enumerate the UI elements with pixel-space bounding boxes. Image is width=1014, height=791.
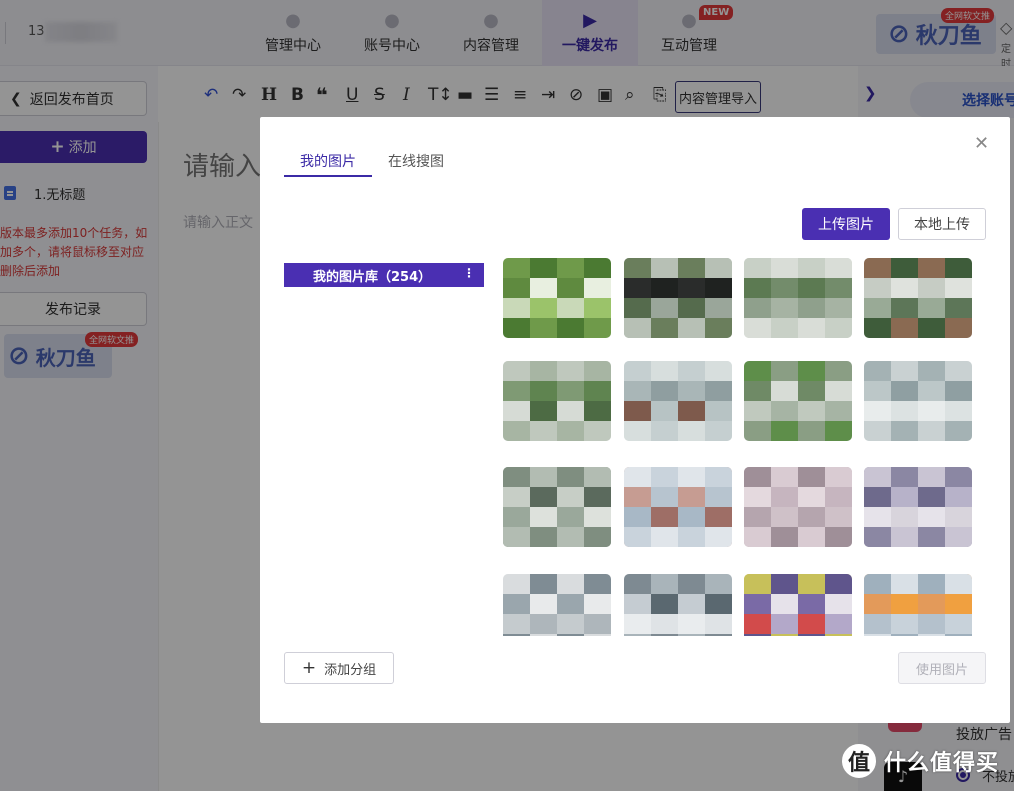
- watermark-text: 什么值得买: [884, 751, 1000, 776]
- image-thumbnail[interactable]: [624, 361, 732, 441]
- image-picker-modal: ✕ 我的图片 在线搜图 上传图片 本地上传 我的图片库（254） ⋮ + 添加分…: [260, 117, 1010, 723]
- active-tab-indicator: [284, 175, 372, 177]
- image-thumbnail[interactable]: [624, 258, 732, 338]
- add-group-button[interactable]: + 添加分组: [284, 652, 394, 684]
- image-library-group[interactable]: 我的图片库（254） ⋮: [284, 263, 484, 287]
- image-thumbnail[interactable]: [744, 467, 852, 547]
- local-upload-button[interactable]: 本地上传: [898, 208, 986, 240]
- image-thumbnail[interactable]: [864, 258, 972, 338]
- close-icon[interactable]: ✕: [974, 135, 989, 153]
- use-image-button: 使用图片: [898, 652, 986, 684]
- library-label: 我的图片库（254）: [313, 269, 432, 285]
- add-group-label: 添加分组: [324, 662, 377, 678]
- image-thumbnail[interactable]: [744, 361, 852, 441]
- watermark: 值 什么值得买: [842, 744, 999, 778]
- upload-image-button[interactable]: 上传图片: [802, 208, 890, 240]
- tab-online-search[interactable]: 在线搜图: [388, 151, 444, 171]
- image-thumbnail[interactable]: [864, 361, 972, 441]
- image-thumbnail[interactable]: [864, 467, 972, 547]
- image-grid: [503, 258, 973, 636]
- image-thumbnail[interactable]: [744, 258, 852, 338]
- plus-icon: +: [301, 658, 317, 678]
- image-thumbnail[interactable]: [503, 258, 611, 338]
- image-thumbnail[interactable]: [624, 574, 732, 636]
- image-thumbnail[interactable]: [503, 574, 611, 636]
- more-options-icon[interactable]: ⋮: [463, 266, 475, 280]
- watermark-logo-icon: 值: [842, 744, 876, 778]
- tab-my-images[interactable]: 我的图片: [300, 151, 356, 171]
- image-thumbnail[interactable]: [503, 361, 611, 441]
- image-thumbnail[interactable]: [744, 574, 852, 636]
- image-thumbnail[interactable]: [864, 574, 972, 636]
- image-thumbnail[interactable]: [503, 467, 611, 547]
- image-thumbnail[interactable]: [624, 467, 732, 547]
